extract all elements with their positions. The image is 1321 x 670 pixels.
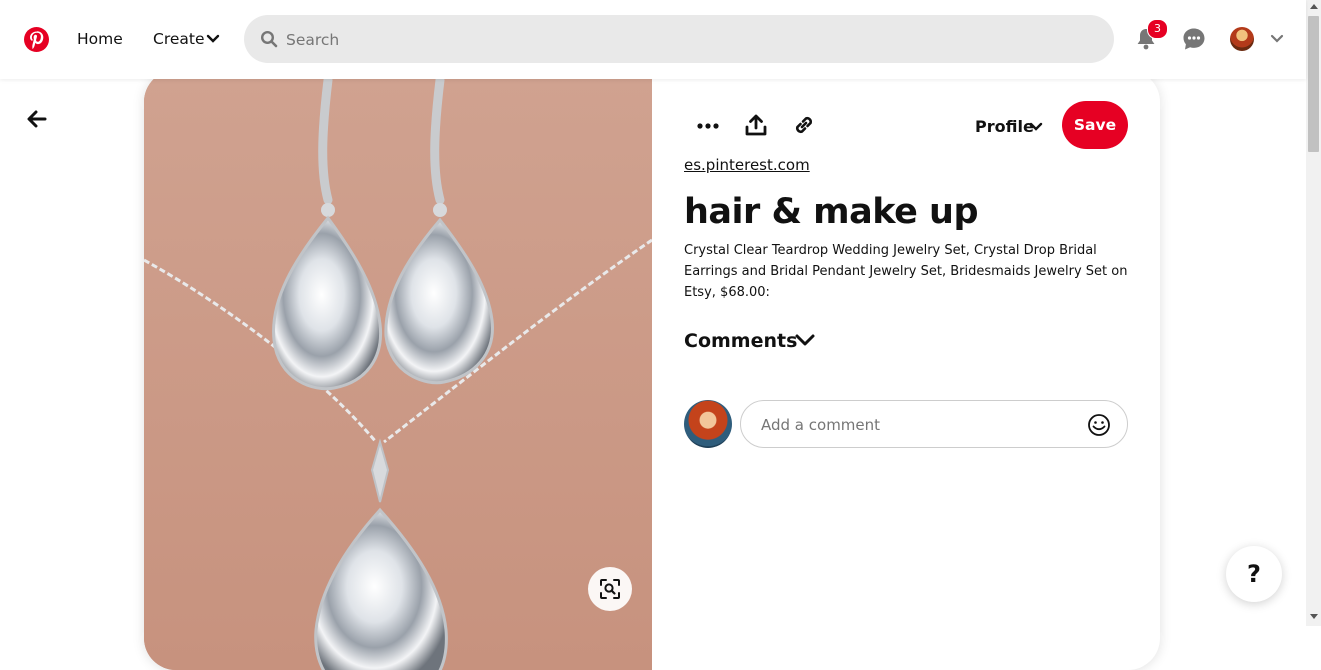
link-icon[interactable] xyxy=(792,113,816,137)
search-input[interactable] xyxy=(284,15,1088,65)
comments-toggle[interactable]: Comments xyxy=(684,330,797,352)
comment-input[interactable] xyxy=(759,401,1083,449)
search-bar[interactable] xyxy=(244,15,1114,65)
board-select[interactable]: Profile xyxy=(975,117,1034,136)
chevron-down-icon[interactable] xyxy=(794,332,816,350)
share-icon[interactable] xyxy=(744,113,768,137)
pin-image[interactable] xyxy=(144,70,652,670)
search-icon xyxy=(260,30,278,48)
top-header: Home Create 3 xyxy=(0,0,1306,79)
nav-create[interactable]: Create xyxy=(153,30,205,48)
scroll-up-arrow-icon[interactable] xyxy=(1310,4,1318,9)
scroll-down-arrow-icon[interactable] xyxy=(1310,614,1318,619)
chevron-down-icon[interactable] xyxy=(206,32,220,46)
notification-badge: 3 xyxy=(1147,19,1168,39)
pin-card: Profile Save es.pinterest.com hair & mak… xyxy=(144,70,1160,670)
user-avatar[interactable] xyxy=(1230,27,1254,51)
account-chevron-down-icon[interactable] xyxy=(1270,32,1284,46)
pin-title: hair & make up xyxy=(684,192,979,232)
pinterest-logo-icon xyxy=(30,31,44,49)
commenter-avatar xyxy=(684,400,732,448)
help-button[interactable]: ? xyxy=(1226,546,1282,602)
scroll-thumb[interactable] xyxy=(1308,16,1319,152)
comment-box[interactable] xyxy=(740,400,1128,449)
source-link[interactable]: es.pinterest.com xyxy=(684,156,810,174)
more-options-icon[interactable] xyxy=(696,114,720,138)
save-button[interactable]: Save xyxy=(1062,101,1128,149)
chevron-down-icon[interactable] xyxy=(1029,120,1043,134)
page-scrollbar[interactable] xyxy=(1306,0,1321,626)
jewelry-photo xyxy=(144,70,652,670)
nav-home[interactable]: Home xyxy=(77,30,123,48)
emoji-icon[interactable] xyxy=(1087,413,1111,437)
visual-search-icon xyxy=(600,579,620,599)
chat-icon[interactable] xyxy=(1182,27,1206,51)
pinterest-logo[interactable] xyxy=(24,27,49,52)
back-arrow-icon[interactable] xyxy=(26,108,48,130)
pin-description: Crystal Clear Teardrop Wedding Jewelry S… xyxy=(684,243,1128,300)
visual-search-button[interactable] xyxy=(588,567,632,611)
